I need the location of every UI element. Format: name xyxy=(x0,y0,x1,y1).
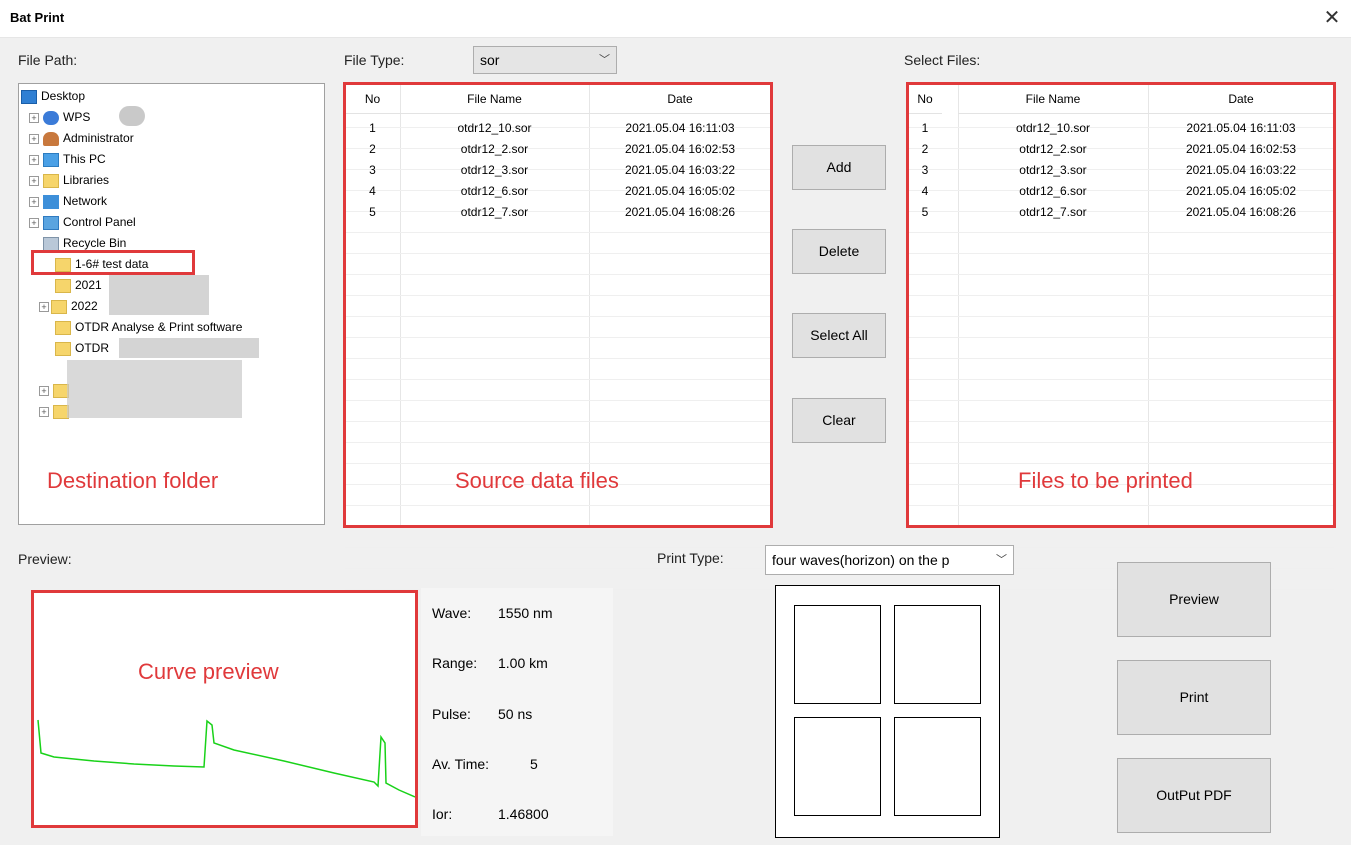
tree-item-2022[interactable]: +2022 xyxy=(39,296,98,317)
print-type-value: four waves(horizon) on the p xyxy=(772,552,950,568)
curve-preview: Curve preview xyxy=(31,590,418,828)
computer-icon xyxy=(43,152,59,167)
network-icon xyxy=(43,194,59,209)
range-value: 1.00 km xyxy=(498,655,548,671)
library-icon xyxy=(43,173,59,188)
file-path-label: File Path: xyxy=(18,52,78,68)
expand-icon[interactable]: + xyxy=(29,133,39,144)
expand-icon[interactable]: + xyxy=(39,385,49,396)
tree-item-wps[interactable]: + WPS xyxy=(29,107,90,128)
wave-value: 1550 nm xyxy=(498,605,553,621)
highlight-box xyxy=(343,82,773,528)
folder-icon xyxy=(55,278,71,293)
highlight-box xyxy=(31,250,195,275)
control-panel-icon xyxy=(43,215,59,230)
layout-cell xyxy=(794,605,881,704)
layout-cell xyxy=(894,605,981,704)
folder-icon xyxy=(51,299,67,314)
chevron-down-icon: ﹀ xyxy=(992,546,1007,574)
print-type-label: Print Type: xyxy=(657,550,724,566)
user-icon xyxy=(43,131,59,146)
selected-files-table[interactable]: No File Name Date 1 otdr12_10.sor 2021.05.… xyxy=(906,82,1336,590)
print-type-select[interactable]: four waves(horizon) on the p ﹀ xyxy=(765,545,1014,575)
tree-item-otdr[interactable]: OTDR xyxy=(55,338,109,359)
blur-mask xyxy=(67,360,242,418)
destination-annotation: Destination folder xyxy=(47,468,219,493)
row-divider xyxy=(345,547,771,548)
source-annotation: Source data files xyxy=(455,468,619,493)
ior-value: 1.46800 xyxy=(498,806,549,822)
tree-item-otdr-software[interactable]: OTDR Analyse & Print software xyxy=(55,317,242,338)
blur-mask xyxy=(119,338,259,358)
tree-item-network[interactable]: + Network xyxy=(29,191,107,212)
page-layout-preview xyxy=(775,585,1000,838)
close-icon[interactable]: ✕ xyxy=(1318,4,1346,32)
avtime-value: 5 xyxy=(530,756,538,772)
range-label: Range: xyxy=(432,655,478,671)
select-all-button[interactable]: Select All xyxy=(792,313,886,358)
file-type-label: File Type: xyxy=(344,52,405,68)
layout-cell xyxy=(794,717,881,816)
row-divider xyxy=(345,568,771,569)
title-bar: Bat Print ✕ xyxy=(0,0,1351,38)
source-files-table[interactable]: No File Name Date 1 otdr12_10.sor 2021.05.… xyxy=(343,82,773,590)
otdr-trace xyxy=(37,719,415,798)
cloud-icon xyxy=(43,110,59,125)
tree-item-control-panel[interactable]: + Control Panel xyxy=(29,212,136,233)
window-title: Bat Print xyxy=(10,10,65,25)
folder-icon xyxy=(55,320,71,335)
pulse-value: 50 ns xyxy=(498,706,533,722)
tree-item-administrator[interactable]: + Administrator xyxy=(29,128,134,149)
expand-icon[interactable]: + xyxy=(29,217,39,228)
tree-item-desktop[interactable]: Desktop xyxy=(21,86,85,107)
tree-item-this-pc[interactable]: + This PC xyxy=(29,149,106,170)
expand-icon[interactable]: + xyxy=(39,301,49,312)
clear-button[interactable]: Clear xyxy=(792,398,886,443)
print-button[interactable]: Print xyxy=(1117,660,1271,735)
file-type-select[interactable]: sor ﹀ xyxy=(473,46,617,74)
highlight-box xyxy=(906,82,1336,528)
chevron-down-icon: ﹀ xyxy=(599,54,610,66)
output-pdf-button[interactable]: OutPut PDF xyxy=(1117,758,1271,833)
tree-item-2021[interactable]: 2021 xyxy=(55,275,102,296)
avtime-label: Av. Time: xyxy=(432,756,490,772)
expand-icon[interactable]: + xyxy=(29,112,39,123)
wave-label: Wave: xyxy=(432,605,472,621)
ior-label: Ior: xyxy=(432,806,453,822)
trace-info: Wave: 1550 nm Range: 1.00 km Pulse: 50 n… xyxy=(421,588,613,836)
expand-icon[interactable]: + xyxy=(29,175,39,186)
delete-button[interactable]: Delete xyxy=(792,229,886,274)
folder-icon xyxy=(55,341,71,356)
expand-icon[interactable]: + xyxy=(29,196,39,207)
blur-mask xyxy=(109,275,209,315)
pulse-label: Pulse: xyxy=(432,706,471,722)
desktop-icon xyxy=(21,89,37,104)
preview-label: Preview: xyxy=(18,551,72,567)
file-tree[interactable]: Desktop + WPS + Administrator + This PC + Li… xyxy=(18,83,325,525)
add-button[interactable]: Add xyxy=(792,145,886,190)
layout-cell xyxy=(894,717,981,816)
select-files-label: Select Files: xyxy=(904,52,981,68)
tree-item-libraries[interactable]: + Libraries xyxy=(29,170,109,191)
file-type-value: sor xyxy=(480,52,500,68)
expand-icon[interactable]: + xyxy=(39,406,49,417)
expand-icon[interactable]: + xyxy=(29,154,39,165)
blur-mask xyxy=(119,106,145,126)
recycle-bin-icon xyxy=(43,236,59,251)
preview-button[interactable]: Preview xyxy=(1117,562,1271,637)
printed-annotation: Files to be printed xyxy=(1018,468,1193,493)
